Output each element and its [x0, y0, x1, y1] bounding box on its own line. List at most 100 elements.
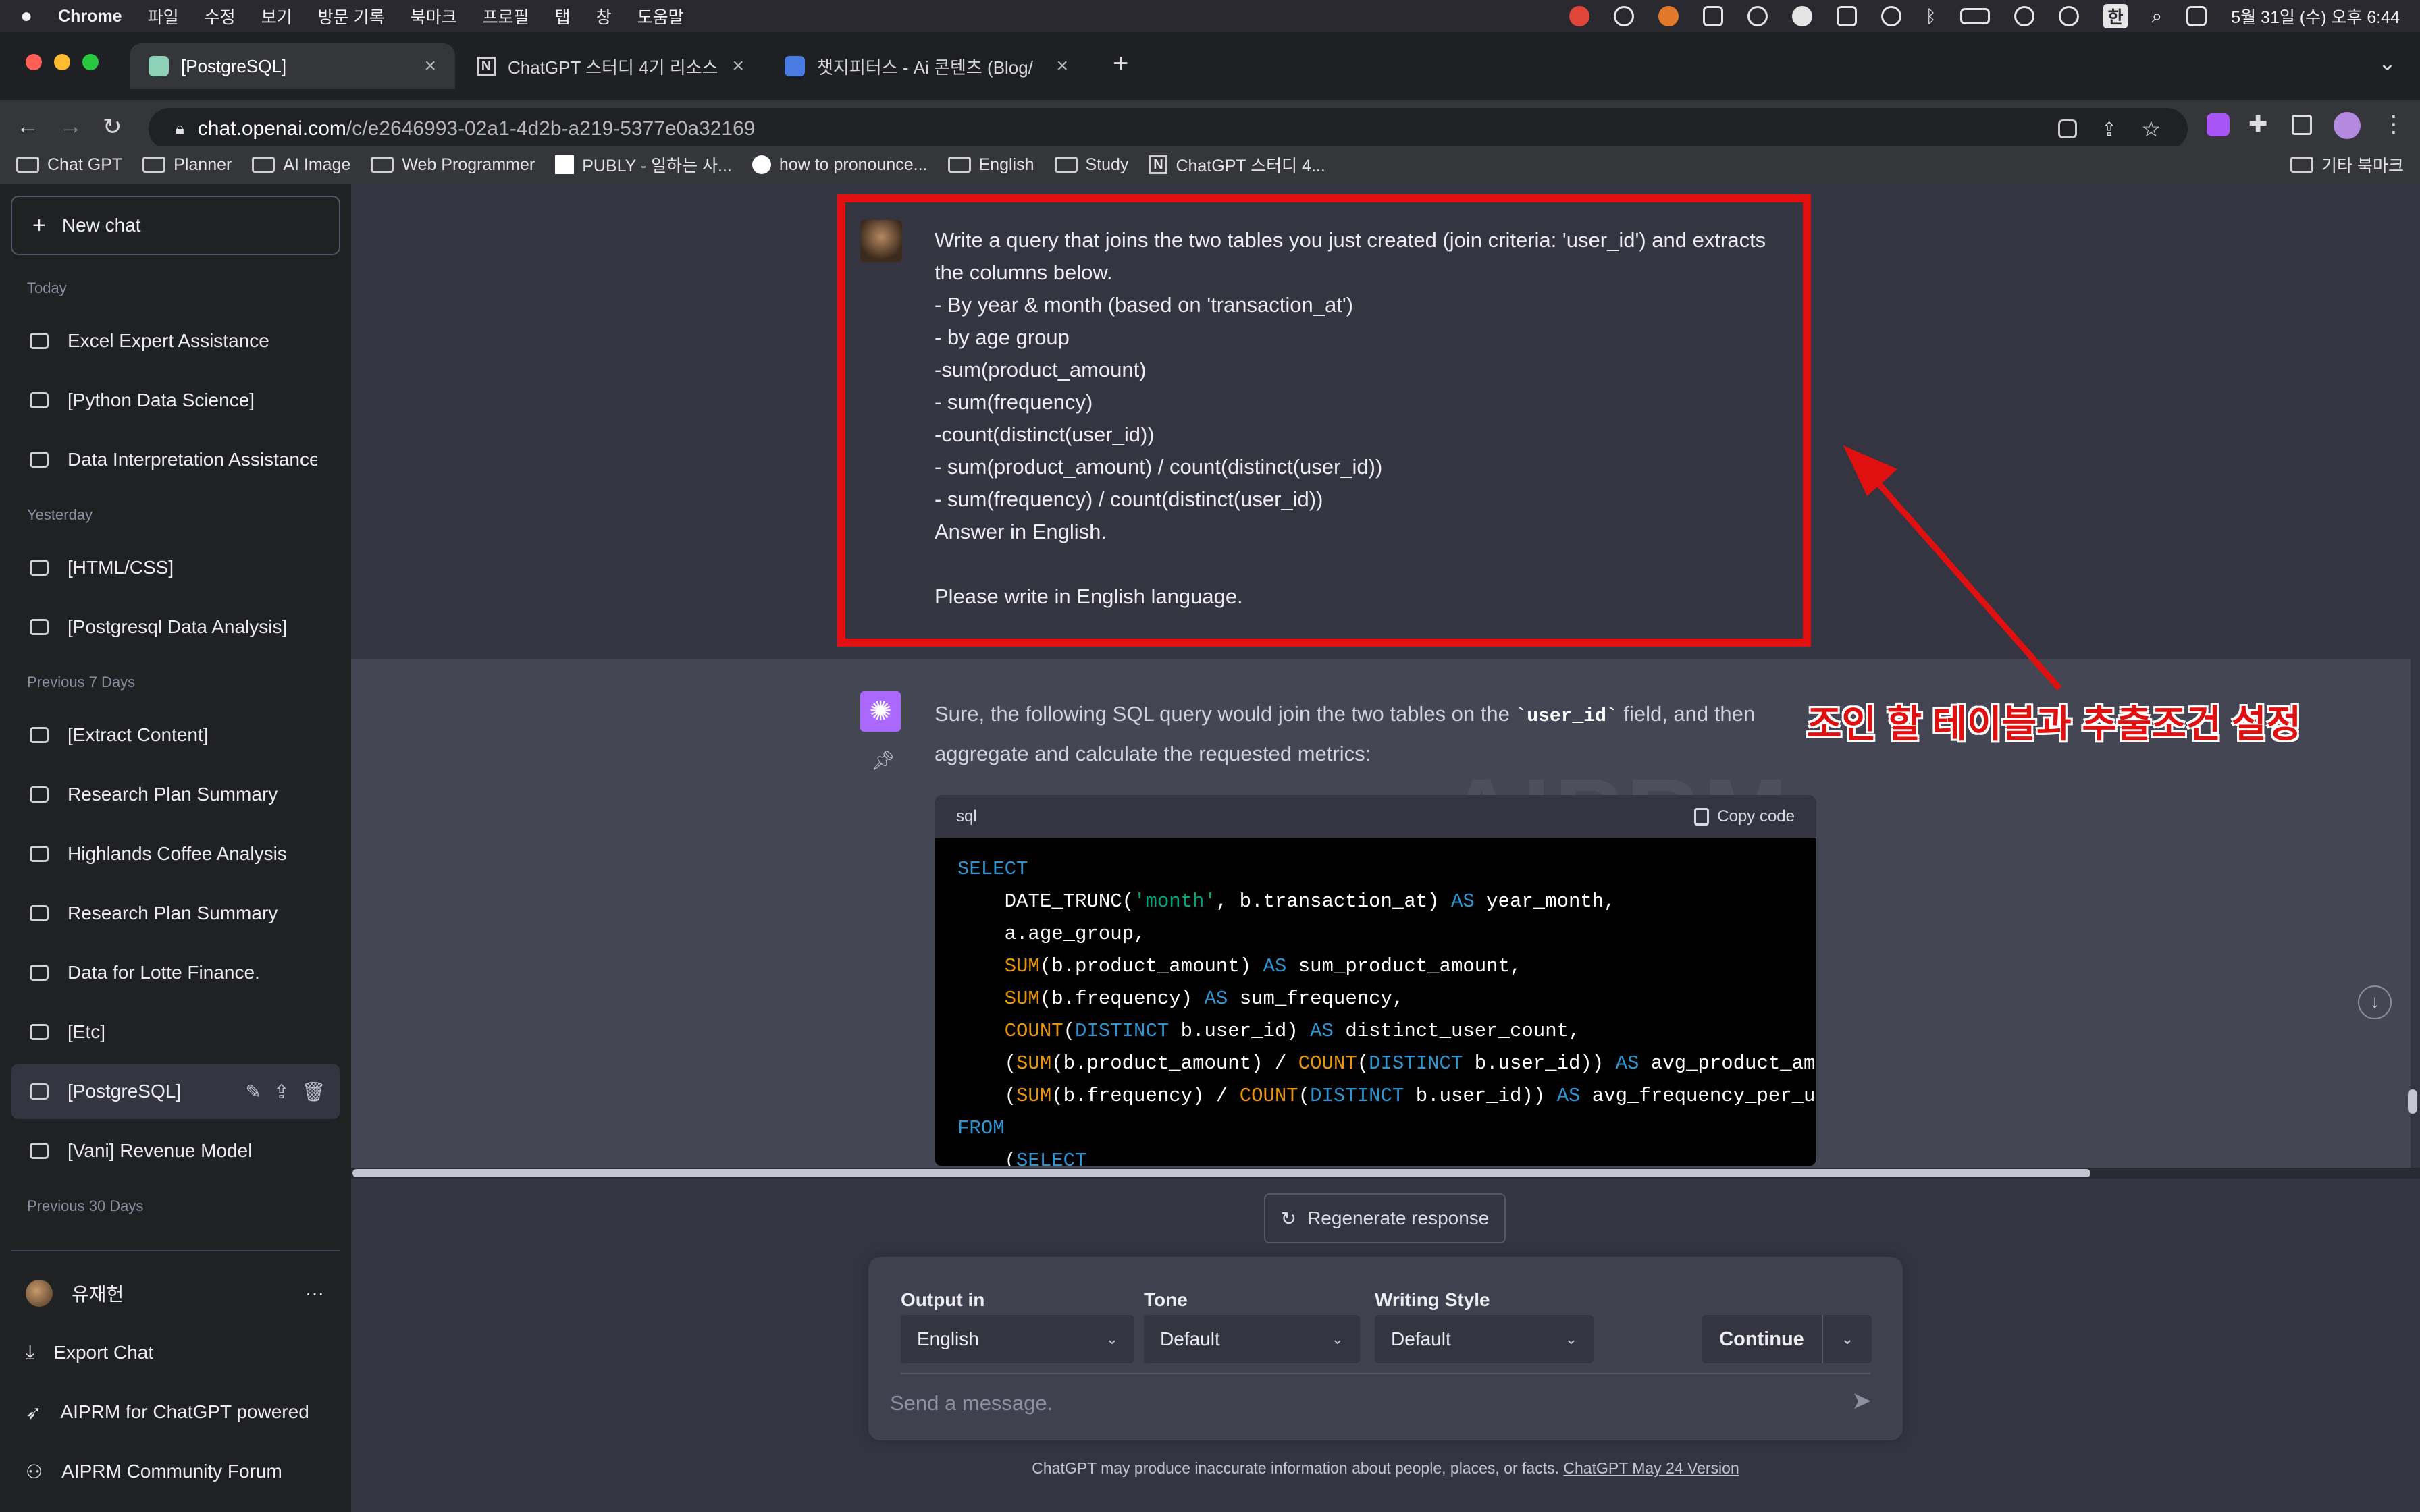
- tab-search-chevron-icon[interactable]: ⌄: [2378, 50, 2396, 76]
- regenerate-response-button[interactable]: ↻ Regenerate response: [1264, 1193, 1506, 1243]
- forward-arrow-icon[interactable]: →: [59, 113, 82, 140]
- menu-profiles[interactable]: 프로필: [483, 4, 529, 28]
- writing-style-select[interactable]: Default ⌄: [1375, 1315, 1594, 1364]
- tab-close-icon[interactable]: ×: [1056, 55, 1068, 78]
- bolt-icon[interactable]: [1791, 6, 1812, 26]
- chat-item[interactable]: Highlands Coffee Analysis: [11, 826, 340, 882]
- battery-icon[interactable]: [1960, 8, 1991, 24]
- extension-status-icon[interactable]: [1702, 6, 1723, 26]
- cloud-status-icon[interactable]: [1747, 6, 1768, 26]
- output-language-select[interactable]: English ⌄: [901, 1315, 1134, 1364]
- menu-help[interactable]: 도움말: [637, 4, 684, 28]
- bookmark-study[interactable]: Study: [1054, 155, 1128, 175]
- app-status-icon[interactable]: [1658, 6, 1679, 26]
- chat-item[interactable]: [Python Data Science]: [11, 373, 340, 428]
- tab-chatgpt-study[interactable]: N ChatGPT 스터디 4기 리소스 ×: [458, 43, 763, 89]
- apple-icon[interactable]: ●: [20, 5, 32, 28]
- delete-trash-icon[interactable]: 🗑︎: [301, 1081, 325, 1103]
- chat-item-selected[interactable]: [PostgreSQL] ✎ ⇪ 🗑︎: [11, 1064, 340, 1119]
- app-menu-chrome[interactable]: Chrome: [58, 7, 122, 26]
- menu-window[interactable]: 창: [596, 4, 612, 28]
- user-status-icon[interactable]: [2014, 6, 2035, 26]
- tab-chatgpters[interactable]: 챗지피터스 - Ai 콘텐츠 (Blog/유튜브 ×: [766, 43, 1087, 89]
- chat-item[interactable]: Data Interpretation Assistance: [11, 432, 340, 487]
- menu-bookmarks[interactable]: 북마크: [411, 4, 457, 28]
- control-center-icon[interactable]: [2186, 6, 2207, 26]
- reload-icon[interactable]: ↻: [103, 113, 122, 140]
- window-zoom-button[interactable]: [82, 54, 99, 70]
- menu-edit[interactable]: 수정: [205, 4, 236, 28]
- code-content[interactable]: SELECT DATE_TRUNC('month', b.transaction…: [935, 838, 1816, 1166]
- highlight-box: [837, 194, 1811, 647]
- pin-icon[interactable]: 📌︎: [871, 749, 895, 772]
- bookmark-planner[interactable]: Planner: [142, 155, 232, 175]
- new-tab-button[interactable]: +: [1113, 49, 1128, 79]
- chat-item[interactable]: Excel Expert Assistance: [11, 313, 340, 369]
- input-source-icon[interactable]: 한: [2103, 4, 2128, 28]
- extensions-puzzle-icon[interactable]: ✚: [2248, 111, 2268, 138]
- rocket-icon: ➶: [26, 1401, 42, 1423]
- horizontal-scrollbar-thumb[interactable]: [352, 1169, 2090, 1177]
- timer-icon[interactable]: [1613, 6, 1634, 26]
- menu-tab[interactable]: 탭: [555, 4, 571, 28]
- chat-item[interactable]: [Etc]: [11, 1004, 340, 1060]
- menu-file[interactable]: 파일: [148, 4, 179, 28]
- aiprm-powered-link[interactable]: ➶ AIPRM for ChatGPT powered: [11, 1384, 340, 1440]
- user-menu[interactable]: 유재헌 ···: [11, 1265, 340, 1322]
- new-chat-button[interactable]: + New chat: [11, 196, 340, 255]
- more-options-icon[interactable]: ···: [305, 1282, 340, 1304]
- link-icon[interactable]: [2059, 6, 2080, 26]
- tab-close-icon[interactable]: ×: [424, 55, 436, 78]
- grid-icon[interactable]: [1836, 6, 1857, 26]
- tone-select[interactable]: Default ⌄: [1144, 1315, 1360, 1364]
- chat-item[interactable]: [Postgresql Data Analysis]: [11, 599, 340, 655]
- menu-history[interactable]: 방문 기록: [318, 4, 385, 28]
- window-minimize-button[interactable]: [54, 54, 70, 70]
- bookmark-star-icon[interactable]: ☆: [2141, 116, 2161, 142]
- share-icon[interactable]: ⇪: [2101, 118, 2117, 140]
- edit-pencil-icon[interactable]: ✎: [246, 1081, 261, 1103]
- bookmark-ai-image[interactable]: AI Image: [252, 155, 350, 175]
- address-bar[interactable]: 🔒︎ chat.openai.com/c/e2646993-02a1-4d2b-…: [149, 108, 2188, 150]
- menubar-clock[interactable]: 5월 31일 (수) 오후 6:44: [2231, 4, 2400, 28]
- chat-item[interactable]: [Extract Content]: [11, 707, 340, 763]
- profile-avatar-icon[interactable]: [2334, 112, 2361, 139]
- bluetooth-icon[interactable]: ᛒ: [1926, 6, 1937, 27]
- export-chat-button[interactable]: ⤓ Export Chat: [11, 1324, 340, 1381]
- chrome-menu-icon[interactable]: ⋮: [2382, 111, 2405, 138]
- bookmark-how-to-pronounce[interactable]: how to pronounce...: [752, 155, 928, 175]
- chat-item[interactable]: Research Plan Summary: [11, 767, 340, 822]
- chat-item[interactable]: Research Plan Summary: [11, 886, 340, 941]
- window-close-button[interactable]: [26, 54, 42, 70]
- share-icon[interactable]: ⇪: [273, 1081, 289, 1103]
- record-status-icon[interactable]: [1569, 6, 1589, 26]
- menu-view[interactable]: 보기: [261, 4, 292, 28]
- bookmark-chatgpt-study[interactable]: N ChatGPT 스터디 4...: [1149, 153, 1325, 177]
- other-bookmarks[interactable]: 기타 북마크: [2290, 153, 2404, 177]
- tab-close-icon[interactable]: ×: [732, 55, 744, 78]
- chevron-down-icon[interactable]: ⌄: [1823, 1330, 1872, 1348]
- chat-item[interactable]: Data for Lotte Finance.: [11, 945, 340, 1000]
- side-panel-icon[interactable]: [2292, 115, 2312, 135]
- bookmark-publy[interactable]: PUBLY - 일하는 사...: [555, 153, 732, 177]
- chat-item[interactable]: [HTML/CSS]: [11, 540, 340, 595]
- scroll-to-bottom-button[interactable]: ↓: [2358, 986, 2392, 1019]
- message-input[interactable]: [889, 1386, 1847, 1420]
- vertical-scrollbar-thumb[interactable]: [2408, 1089, 2417, 1114]
- back-arrow-icon[interactable]: ←: [16, 113, 39, 140]
- search-icon[interactable]: ⌕: [2152, 5, 2163, 28]
- version-link[interactable]: ChatGPT May 24 Version: [1563, 1459, 1739, 1477]
- continue-button[interactable]: Continue ⌄: [1702, 1315, 1872, 1364]
- send-icon[interactable]: ➤: [1851, 1386, 1872, 1415]
- lock-icon[interactable]: 🔒︎: [176, 119, 184, 138]
- aiprm-community-forum-link[interactable]: ⚇ AIPRM Community Forum: [11, 1443, 340, 1500]
- tab-postgresql[interactable]: [PostgreSQL] ×: [130, 43, 455, 89]
- play-icon[interactable]: [1880, 6, 1901, 26]
- chat-item[interactable]: [Vani] Revenue Model: [11, 1123, 340, 1179]
- bookmark-english[interactable]: English: [947, 155, 1034, 175]
- bookmark-web-programmer[interactable]: Web Programmer: [371, 155, 535, 175]
- extension-icon[interactable]: [2207, 113, 2230, 136]
- copy-code-button[interactable]: Copy code: [1694, 807, 1795, 826]
- bookmark-chat-gpt[interactable]: Chat GPT: [16, 155, 122, 175]
- translate-icon[interactable]: [2057, 119, 2077, 138]
